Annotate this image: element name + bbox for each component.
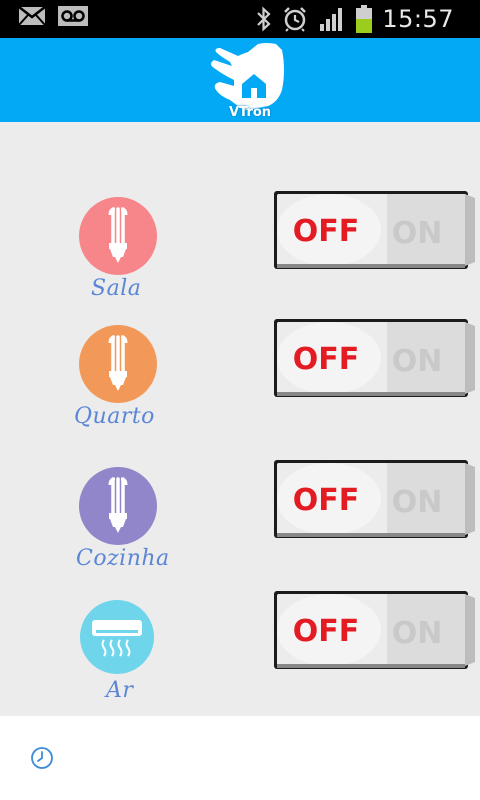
mail-icon [18,6,46,26]
switch-on-label: ON [392,616,443,651]
device-icon-ar[interactable] [80,600,154,674]
device-icon-quarto[interactable] [79,325,157,403]
bottom-bar [0,716,480,800]
device-icon-cozinha[interactable] [79,467,157,545]
app-logo: VTron [208,40,292,120]
switch-on-label: ON [392,344,443,379]
switch-off-label: OFF [293,342,360,377]
device-list: Sala OFF ON Quarto OFF ON Cozinha OFF ON… [0,122,480,716]
switch-off-label: OFF [293,214,360,249]
status-bar: 15:57 [0,0,480,38]
voicemail-icon [58,6,88,26]
switch-off-label: OFF [293,483,360,518]
switch-sala[interactable]: OFF ON [273,190,477,274]
switch-cozinha[interactable]: OFF ON [273,459,477,543]
switch-ar[interactable]: OFF ON [273,590,477,674]
device-label-cozinha: Cozinha [76,546,170,571]
device-label-ar: Ar [106,678,134,703]
switch-off-label: OFF [293,614,360,649]
status-left [18,6,88,26]
clock-icon[interactable] [29,745,55,771]
device-label-quarto: Quarto [74,404,155,429]
signal-icon [320,8,343,31]
switch-on-label: ON [392,216,443,251]
alarm-icon [284,7,307,32]
air-conditioner-icon [92,620,142,657]
bluetooth-icon [257,6,271,32]
logo-text: VTron [228,105,272,120]
switch-on-label: ON [392,485,443,520]
status-right: 15:57 [256,5,454,33]
switch-quarto[interactable]: OFF ON [273,318,477,402]
device-label-sala: Sala [91,276,142,301]
hand-house-icon [211,43,284,110]
lightbulb-icon [108,335,128,391]
lightbulb-icon [108,207,128,263]
battery-icon [356,5,373,33]
status-time: 15:57 [382,5,454,33]
app-header: VTron [0,38,480,122]
lightbulb-icon [108,477,128,533]
device-icon-sala[interactable] [79,197,157,275]
